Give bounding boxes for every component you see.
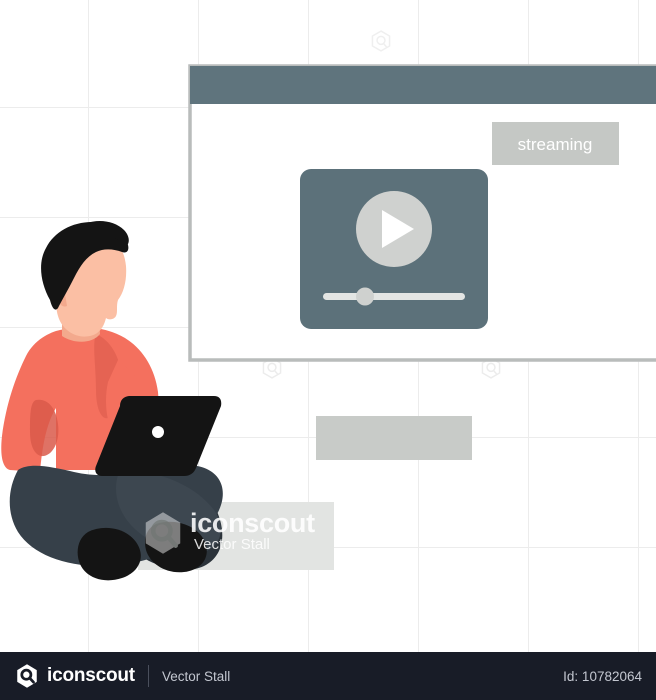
browser-window-titlebar — [190, 66, 656, 104]
iconscout-logo-icon — [17, 664, 37, 688]
footer-brand[interactable]: iconscout — [14, 663, 135, 689]
footer-brand-name: iconscout — [47, 665, 135, 686]
laptop-logo-dot — [152, 426, 164, 438]
content-block-middle — [316, 416, 472, 460]
video-player[interactable] — [300, 169, 488, 329]
footer-bar: iconscout Vector Stall Id: 10782064 — [0, 652, 656, 700]
progress-track[interactable] — [323, 293, 465, 300]
footer-divider — [147, 665, 149, 687]
footer-asset-id: Id: 10782064 — [563, 668, 642, 684]
progress-handle[interactable] — [356, 287, 374, 306]
streaming-label-block: streaming — [492, 122, 619, 165]
footer-contributor[interactable]: Vector Stall — [162, 669, 230, 684]
illustration-artwork: streaming — [1, 30, 656, 581]
screenshot-stage: streaming iconscout Vector Stall iconsco… — [0, 0, 656, 700]
streaming-label-text: streaming — [518, 135, 593, 154]
play-button[interactable] — [356, 191, 432, 267]
